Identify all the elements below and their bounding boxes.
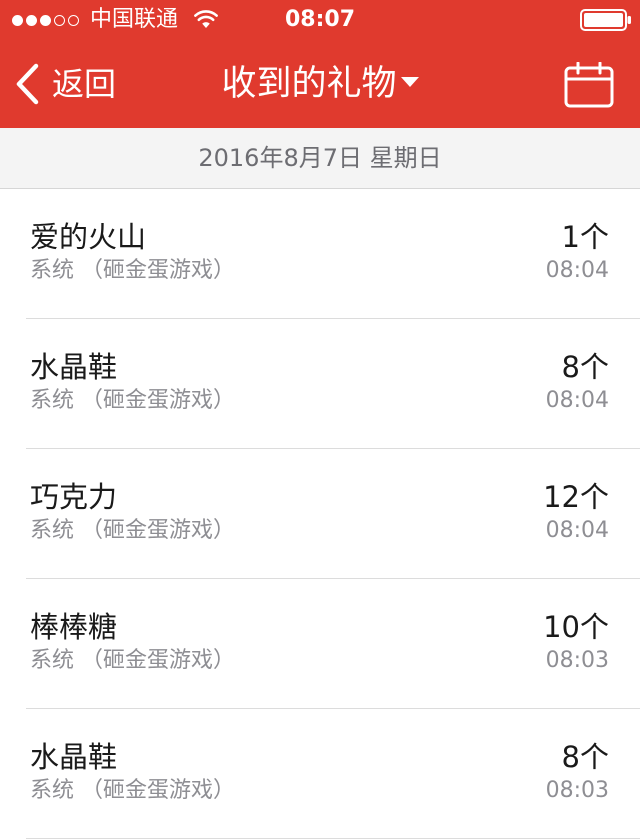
gift-name: 爱的火山 bbox=[30, 220, 147, 254]
page-title: 收到的礼物 bbox=[221, 64, 397, 104]
date-label: 2016年8月7日 星期日 bbox=[198, 144, 442, 172]
battery-icon bbox=[580, 9, 631, 31]
gift-count: 1个 bbox=[561, 220, 609, 254]
gift-time: 08:03 bbox=[545, 778, 609, 803]
status-time: 08:07 bbox=[284, 7, 356, 32]
title-dropdown[interactable]: 收到的礼物 bbox=[0, 62, 640, 106]
gift-source: 系统 （砸金蛋游戏） bbox=[30, 388, 235, 413]
gift-name: 棒棒糖 bbox=[30, 610, 118, 644]
caret-down-icon bbox=[400, 77, 419, 87]
gift-time: 08:04 bbox=[545, 388, 609, 413]
nav-bar: 返回 收到的礼物 bbox=[0, 40, 640, 128]
status-bar: 中国联通 08:07 bbox=[0, 0, 640, 40]
gift-time: 08:04 bbox=[545, 518, 609, 543]
gift-name: 巧克力 bbox=[30, 480, 118, 514]
gift-count: 12个 bbox=[543, 480, 609, 514]
app-header: 中国联通 08:07 返回 收到的礼物 bbox=[0, 0, 640, 128]
gift-list: 爱的火山 系统 （砸金蛋游戏） 1个 08:04 水晶鞋 系统 （砸金蛋游戏） … bbox=[0, 189, 640, 839]
list-item[interactable]: 巧克力 系统 （砸金蛋游戏） 12个 08:04 bbox=[0, 449, 640, 579]
date-header: 2016年8月7日 星期日 bbox=[0, 128, 640, 189]
gift-source: 系统 （砸金蛋游戏） bbox=[30, 648, 235, 673]
gift-source: 系统 （砸金蛋游戏） bbox=[30, 258, 235, 283]
calendar-icon bbox=[564, 62, 614, 108]
list-item[interactable]: 爱的火山 系统 （砸金蛋游戏） 1个 08:04 bbox=[0, 189, 640, 319]
gift-time: 08:04 bbox=[545, 258, 609, 283]
gift-name: 水晶鞋 bbox=[30, 350, 118, 384]
gift-count: 8个 bbox=[561, 740, 609, 774]
list-item[interactable]: 水晶鞋 系统 （砸金蛋游戏） 8个 08:04 bbox=[0, 319, 640, 449]
list-item[interactable]: 棒棒糖 系统 （砸金蛋游戏） 10个 08:03 bbox=[0, 579, 640, 709]
calendar-button[interactable] bbox=[564, 62, 614, 108]
gift-time: 08:03 bbox=[545, 648, 609, 673]
gift-source: 系统 （砸金蛋游戏） bbox=[30, 778, 235, 803]
gift-count: 8个 bbox=[561, 350, 609, 384]
gift-source: 系统 （砸金蛋游戏） bbox=[30, 518, 235, 543]
list-item[interactable]: 水晶鞋 系统 （砸金蛋游戏） 8个 08:03 bbox=[0, 709, 640, 839]
gift-name: 水晶鞋 bbox=[30, 740, 118, 774]
gift-count: 10个 bbox=[543, 610, 609, 644]
